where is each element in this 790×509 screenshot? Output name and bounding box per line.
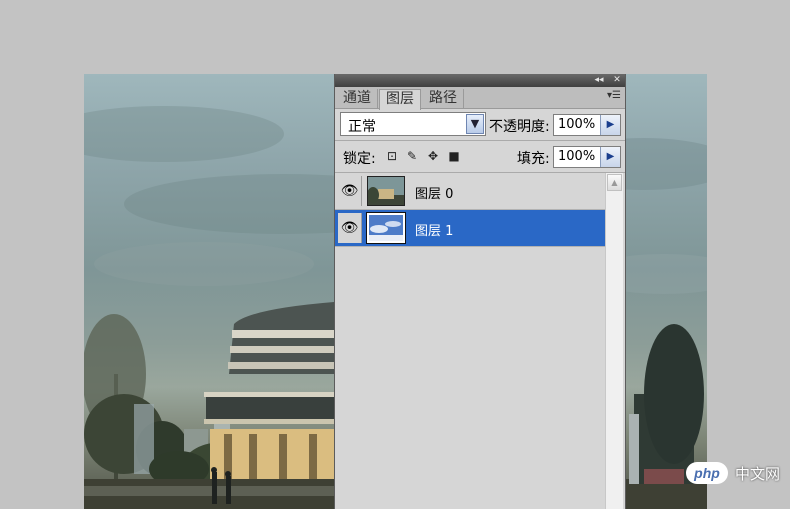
- fill-field[interactable]: 100% ▶: [553, 146, 621, 168]
- panel-tab-row: 通道 图层 路径 ▾☰: [335, 87, 625, 110]
- layer-row-selected[interactable]: 👁 图层 1: [335, 210, 607, 247]
- tab-paths[interactable]: 路径: [423, 89, 464, 109]
- scroll-up-icon[interactable]: ▲: [607, 174, 622, 191]
- tab-layers[interactable]: 图层: [379, 89, 421, 110]
- lock-move-icon[interactable]: ✥: [426, 149, 440, 163]
- opacity-field[interactable]: 100% ▶: [553, 114, 621, 136]
- close-icon[interactable]: ✕: [609, 74, 625, 87]
- lock-fill-row: 锁定: ⊡ ✎ ✥ ■ 填充: 100% ▶: [335, 141, 625, 173]
- layer-list: 👁 图层 0 👁 图层 1: [335, 173, 607, 509]
- lock-transparent-icon[interactable]: ⊡: [385, 149, 399, 163]
- chevron-down-icon[interactable]: ▼: [466, 114, 484, 134]
- fill-label: 填充:: [517, 151, 550, 167]
- eye-icon[interactable]: 👁: [338, 176, 362, 206]
- eye-icon[interactable]: 👁: [338, 213, 362, 243]
- layers-panel: ◂◂ ✕ 通道 图层 路径 ▾☰ 正常 ▼ 不透明度: 100% ▶ 锁定: ⊡…: [334, 74, 626, 509]
- collapse-icon[interactable]: ◂◂: [591, 74, 607, 87]
- layer-list-scrollbar[interactable]: ▲: [605, 173, 623, 509]
- lock-label: 锁定:: [343, 151, 376, 167]
- panel-menu-icon[interactable]: ▾☰: [607, 90, 621, 101]
- lock-all-icon[interactable]: ■: [447, 149, 461, 163]
- tab-channels[interactable]: 通道: [337, 89, 378, 109]
- layer-row[interactable]: 👁 图层 0: [335, 173, 607, 210]
- watermark-text: 中文网: [734, 465, 780, 483]
- opacity-value: 100%: [558, 117, 596, 132]
- blend-opacity-row: 正常 ▼ 不透明度: 100% ▶: [335, 109, 625, 141]
- watermark-logo: php: [686, 462, 728, 484]
- fill-arrow-icon[interactable]: ▶: [600, 147, 620, 167]
- layer-thumbnail: [367, 176, 405, 206]
- blend-mode-value: 正常: [348, 119, 376, 135]
- opacity-label: 不透明度:: [489, 119, 550, 135]
- panel-titlebar[interactable]: ◂◂ ✕: [335, 74, 625, 87]
- opacity-arrow-icon[interactable]: ▶: [600, 115, 620, 135]
- fill-value: 100%: [558, 149, 596, 164]
- lock-brush-icon[interactable]: ✎: [405, 149, 419, 163]
- layer-thumbnail: [366, 212, 406, 244]
- layer-name[interactable]: 图层 0: [415, 183, 453, 202]
- layer-name[interactable]: 图层 1: [415, 220, 453, 239]
- blend-mode-select[interactable]: 正常 ▼: [340, 112, 486, 136]
